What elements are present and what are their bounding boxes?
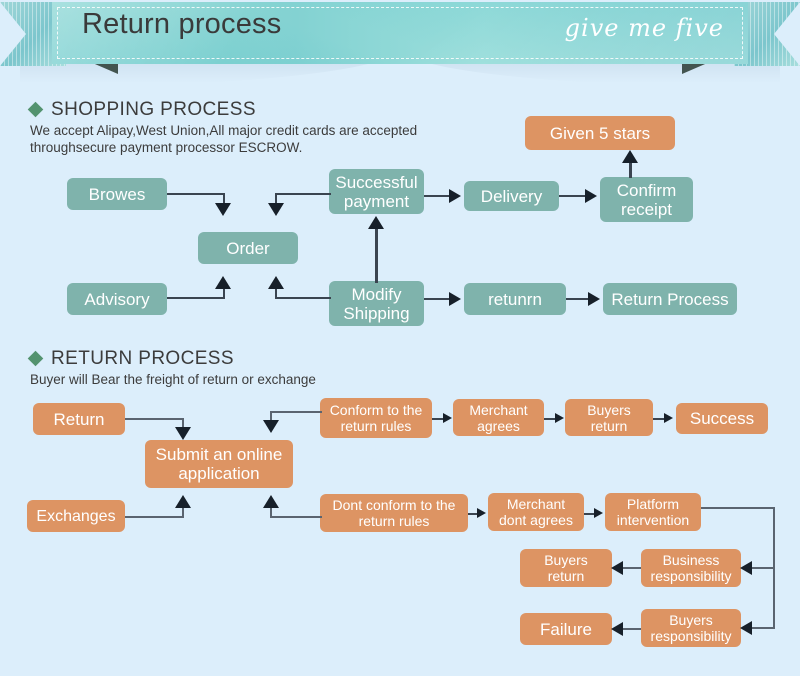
shopping-section-heading: SHOPPING PROCESS <box>27 99 256 121</box>
arrowhead-business-buyersreturn <box>611 561 623 575</box>
connector-buyersresp-failure <box>621 628 641 630</box>
connector-conform-submit-h <box>270 411 322 413</box>
box-buyers-responsibility[interactable]: Buyers responsibility <box>641 609 741 647</box>
arrowhead-dontconform-submit <box>263 495 279 508</box>
arrowhead-exchanges-submit <box>175 495 191 508</box>
box-return[interactable]: Return <box>33 403 125 435</box>
box-successful-payment[interactable]: Successful payment <box>329 169 424 214</box>
connector-modify-payment-v <box>375 228 378 283</box>
connector-delivery-confirm <box>559 195 586 197</box>
box-order[interactable]: Order <box>198 232 298 264</box>
connector-platform-trunk-h <box>701 507 775 509</box>
box-return-process[interactable]: Return Process <box>603 283 737 315</box>
box-success[interactable]: Success <box>676 403 768 434</box>
box-buyers-return-top[interactable]: Buyers return <box>565 399 653 436</box>
return-section-heading: RETURN PROCESS <box>27 348 234 370</box>
banner-body: Return process give me five <box>52 2 748 64</box>
box-browes[interactable]: Browes <box>67 178 167 210</box>
arrowhead-retunrn-returnprocess <box>588 292 600 306</box>
box-modify-shipping[interactable]: Modify Shipping <box>329 281 424 326</box>
connector-browes-order-h <box>167 193 225 195</box>
connector-trunk-buyersresp-h <box>749 627 775 629</box>
return-section-description: Buyer will Bear the freight of return or… <box>30 372 316 387</box>
arrowhead-trunk-business <box>740 561 752 575</box>
box-conform-return-rules[interactable]: Conform to the return rules <box>320 398 432 438</box>
box-exchanges[interactable]: Exchanges <box>27 500 125 532</box>
diamond-bullet-icon-2 <box>27 350 44 367</box>
infographic-page: Return process give me five SHOPPING PRO… <box>0 0 800 676</box>
connector-payment-delivery <box>424 195 450 197</box>
box-delivery[interactable]: Delivery <box>464 181 559 211</box>
arrowhead-payment-order <box>268 203 284 216</box>
box-confirm-receipt[interactable]: Confirm receipt <box>600 177 693 222</box>
box-retunrn[interactable]: retunrn <box>464 283 566 315</box>
arrowhead-delivery-confirm <box>585 189 597 203</box>
arrowhead-modify-payment <box>368 216 384 229</box>
arrowhead-confirm-stars <box>622 150 638 163</box>
connector-exchanges-h <box>125 516 184 518</box>
shopping-heading-label: SHOPPING PROCESS <box>51 99 256 120</box>
arrowhead-merchant-buyersreturn <box>555 413 564 423</box>
box-merchant-agrees[interactable]: Merchant agrees <box>453 399 544 436</box>
arrowhead-modify-retunrn <box>449 292 461 306</box>
connector-business-buyersreturn <box>621 567 641 569</box>
connector-modify-retunrn <box>424 298 450 300</box>
diamond-bullet-icon <box>27 101 44 118</box>
connector-dontconform-h <box>270 516 322 518</box>
box-dont-conform-return-rules[interactable]: Dont conform to the return rules <box>320 494 468 532</box>
connector-return-submit-h <box>125 418 184 420</box>
shopping-section-description: We accept Alipay,West Union,All major cr… <box>30 123 418 155</box>
box-given-5-stars[interactable]: Given 5 stars <box>525 116 675 150</box>
page-title: Return process <box>82 8 282 40</box>
arrowhead-conform-merchant <box>443 413 452 423</box>
box-buyers-return-bottom[interactable]: Buyers return <box>520 549 612 587</box>
arrowhead-advisory-order <box>215 276 231 289</box>
connector-trunk-business-h <box>749 567 775 569</box>
arrowhead-conform-submit <box>263 420 279 433</box>
return-heading-label: RETURN PROCESS <box>51 348 234 369</box>
box-submit-online-application[interactable]: Submit an online application <box>145 440 293 488</box>
arrowhead-dontconform-merchantdont <box>477 508 486 518</box>
connector-modify-left-h <box>275 297 331 299</box>
arrowhead-modify-order <box>268 276 284 289</box>
connector-confirm-stars-v <box>629 162 632 178</box>
box-advisory[interactable]: Advisory <box>67 283 167 315</box>
arrowhead-buyersreturn-success <box>664 413 673 423</box>
arrowhead-buyersresp-failure <box>611 622 623 636</box>
arrowhead-return-submit <box>175 427 191 440</box>
arrowhead-browes-order <box>215 203 231 216</box>
connector-payment-order-h <box>275 193 331 195</box>
arrowhead-trunk-buyersresp <box>740 621 752 635</box>
header-banner: Return process give me five <box>0 0 800 90</box>
connector-retunrn-returnprocess <box>566 298 589 300</box>
arrowhead-payment-delivery <box>449 189 461 203</box>
connector-advisory-h <box>167 297 225 299</box>
arrowhead-merchantdont-platform <box>594 508 603 518</box>
box-merchant-dont-agrees[interactable]: Merchant dont agrees <box>488 493 584 531</box>
box-business-responsibility[interactable]: Business responsibility <box>641 549 741 587</box>
banner-slogan: give me five <box>564 14 724 42</box>
box-failure[interactable]: Failure <box>520 613 612 645</box>
box-platform-intervention[interactable]: Platform intervention <box>605 493 701 531</box>
